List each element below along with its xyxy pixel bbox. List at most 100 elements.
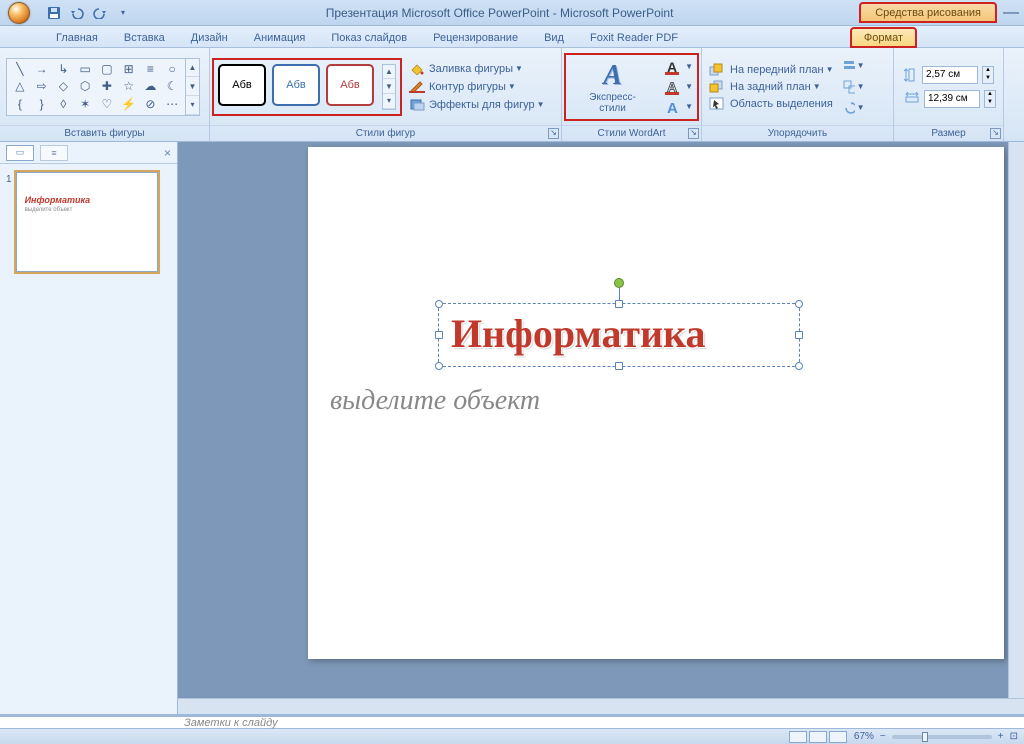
contextual-tab-drawing-tools[interactable]: Средства рисования [860,3,996,22]
normal-view-button[interactable] [789,731,807,743]
shape-brace2-icon[interactable]: } [31,95,53,112]
height-field[interactable]: 2,57 см ▲▼ [904,66,996,84]
scroll-up-icon[interactable]: ▲ [383,65,395,80]
shape-connector-icon[interactable]: ↳ [53,61,75,78]
notes-pane[interactable]: Заметки к слайду [0,714,1024,728]
spin-up-icon[interactable]: ▲ [985,91,995,99]
shape-rarrow-icon[interactable]: ⇨ [31,78,53,95]
resize-handle[interactable] [795,331,803,339]
slides-tab[interactable]: ▭ [6,145,34,161]
resize-handle[interactable] [795,300,803,308]
resize-handle[interactable] [435,331,443,339]
shape-fill-button[interactable]: Заливка фигуры▼ [406,61,547,77]
slide-canvas-area[interactable]: Информатика выделите объект [178,142,1024,714]
minimize-icon[interactable]: — [998,4,1024,22]
dialog-launcher-icon[interactable]: ↘ [990,128,1001,139]
resize-handle[interactable] [615,300,623,308]
width-spinner[interactable]: ▲▼ [984,90,996,108]
save-icon[interactable] [44,3,64,23]
shapes-gallery-scroll[interactable]: ▲▼▾ [186,58,200,116]
tab-home[interactable]: Главная [44,29,110,47]
width-value[interactable]: 12,39 см [924,90,980,108]
scroll-down-icon[interactable]: ▼ [186,77,199,96]
wordart-quick-styles[interactable]: A Экспресс-стили [568,58,657,116]
resize-handle[interactable] [435,362,443,370]
shape-heart-icon[interactable]: ♡ [96,95,118,112]
shape-no-icon[interactable]: ⊘ [140,95,162,112]
shape-bolt-icon[interactable]: ⚡ [118,95,140,112]
scroll-up-icon[interactable]: ▲ [186,59,199,78]
group-button[interactable]: ▼ [843,77,865,97]
slide-title-text[interactable]: Информатика [439,304,799,363]
shape-hex-icon[interactable]: ⬡ [74,78,96,95]
zoom-level[interactable]: 67% [854,731,874,742]
shape-callout-icon[interactable]: ◊ [53,95,75,112]
dialog-launcher-icon[interactable]: ↘ [688,128,699,139]
width-field[interactable]: 12,39 см ▲▼ [904,90,996,108]
tab-slideshow[interactable]: Показ слайдов [319,29,419,47]
tab-insert[interactable]: Вставка [112,29,177,47]
bring-to-front-button[interactable]: На передний план▼ [706,62,837,78]
sorter-view-button[interactable] [809,731,827,743]
shapes-gallery[interactable]: ╲→↳▭▢⊞≡○ △⇨◇⬡✚☆☁☾ {}◊✶♡⚡⊘⋯ [6,58,186,116]
shape-triangle-icon[interactable]: △ [9,78,31,95]
shape-vtext-icon[interactable]: ≡ [140,61,162,78]
redo-icon[interactable] [90,3,110,23]
qat-more-icon[interactable]: ▾ [113,3,133,23]
selection-pane-button[interactable]: Область выделения [706,96,837,112]
scroll-down-icon[interactable]: ▼ [383,79,395,94]
shape-effects-button[interactable]: Эффекты для фигур▼ [406,97,547,113]
rotation-handle[interactable] [614,278,624,288]
rotate-button[interactable]: ▼ [843,98,865,118]
selected-text-box[interactable]: Информатика [438,303,800,367]
shape-cloud-icon[interactable]: ☁ [140,78,162,95]
align-button[interactable]: ▼ [843,56,865,76]
shape-styles-more[interactable]: ▲▼▾ [382,64,396,110]
more-shapes-icon[interactable]: ▾ [186,96,199,115]
more-styles-icon[interactable]: ▾ [383,94,395,109]
tab-design[interactable]: Дизайн [179,29,240,47]
tab-review[interactable]: Рецензирование [421,29,530,47]
text-fill-button[interactable]: A▼ [663,57,695,77]
tab-foxit[interactable]: Foxit Reader PDF [578,29,690,47]
shape-roundrect-icon[interactable]: ▢ [96,61,118,78]
shape-style-2[interactable]: Абв [272,64,320,106]
shape-moon-icon[interactable]: ☾ [161,78,183,95]
tab-view[interactable]: Вид [532,29,576,47]
shape-arrow-icon[interactable]: → [31,61,53,78]
spin-down-icon[interactable]: ▼ [985,99,995,107]
zoom-slider[interactable] [892,735,992,739]
vertical-scrollbar[interactable] [1008,142,1024,698]
slide[interactable]: Информатика выделите объект [308,147,1004,659]
text-outline-button[interactable]: A▼ [663,77,695,97]
slide-subtitle-text[interactable]: выделите объект [330,385,540,417]
spin-up-icon[interactable]: ▲ [983,67,993,75]
outline-tab[interactable]: ≡ [40,145,68,161]
tab-format[interactable]: Формат [851,28,916,47]
resize-handle[interactable] [435,300,443,308]
fit-window-button[interactable]: ⊡ [1010,731,1018,742]
shape-misc-icon[interactable]: ⋯ [161,95,183,112]
shape-oval-icon[interactable]: ○ [161,61,183,78]
slide-thumbnail-1[interactable]: 1 Информатика выделите объект [6,172,171,272]
spin-down-icon[interactable]: ▼ [983,75,993,83]
shape-star-icon[interactable]: ☆ [118,78,140,95]
zoom-thumb[interactable] [922,732,928,742]
dialog-launcher-icon[interactable]: ↘ [548,128,559,139]
slideshow-view-button[interactable] [829,731,847,743]
shape-outline-button[interactable]: Контур фигуры▼ [406,79,547,95]
shape-styles-gallery[interactable]: Абв Абв Абв ▲▼▾ [216,62,398,112]
tab-animation[interactable]: Анимация [242,29,318,47]
shape-brace-icon[interactable]: { [9,95,31,112]
shape-line-icon[interactable]: ╲ [9,61,31,78]
close-pane-icon[interactable]: × [164,146,171,160]
shape-cross-icon[interactable]: ✚ [96,78,118,95]
shape-diamond-icon[interactable]: ◇ [53,78,75,95]
height-spinner[interactable]: ▲▼ [982,66,994,84]
text-effects-button[interactable]: A▼ [663,97,695,117]
shape-style-3[interactable]: Абв [326,64,374,106]
zoom-in-button[interactable]: + [998,731,1004,742]
shape-style-1[interactable]: Абв [218,64,266,106]
shape-textbox-icon[interactable]: ⊞ [118,61,140,78]
height-value[interactable]: 2,57 см [922,66,978,84]
